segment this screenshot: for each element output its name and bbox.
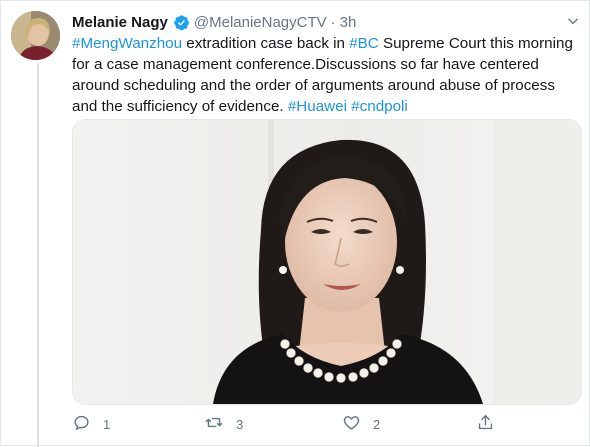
tweet-actions: 1 3 2 [72,411,582,437]
author-handle[interactable]: @MelanieNagyCTV [194,14,327,31]
chevron-down-icon[interactable] [564,12,582,30]
share-button[interactable] [476,411,495,437]
tweet-text-segment: extradition case back in [182,35,350,52]
tweet-text: #MengWanzhou extradition case back in #B… [72,33,582,117]
avatar[interactable] [11,11,60,60]
retweet-icon [204,413,224,435]
verified-badge-icon [173,14,190,31]
tweet-timestamp[interactable]: 3h [340,14,357,31]
author-name[interactable]: Melanie Nagy [72,14,168,31]
hashtag-cndpoli[interactable]: #cndpoli [351,98,408,115]
thread-line [37,63,39,447]
reply-icon [72,413,91,435]
reply-count: 1 [103,416,111,432]
tweet-header: Melanie Nagy @MelanieNagyCTV · 3h [72,12,356,32]
retweet-button[interactable]: 3 [204,411,243,437]
hashtag-huawei[interactable]: #Huawei [288,98,347,115]
like-button[interactable]: 2 [342,411,380,437]
separator-dot: · [330,13,336,31]
share-icon [476,413,495,435]
hashtag-bc[interactable]: #BC [349,35,379,52]
hashtag-mengwanzhou[interactable]: #MengWanzhou [72,35,182,52]
tweet-photo[interactable] [72,119,582,405]
like-count: 2 [373,416,381,432]
heart-icon [342,413,361,435]
tweet-card: Melanie Nagy @MelanieNagyCTV · 3h #MengW… [0,0,590,447]
retweet-count: 3 [236,416,244,432]
reply-button[interactable]: 1 [72,411,110,437]
